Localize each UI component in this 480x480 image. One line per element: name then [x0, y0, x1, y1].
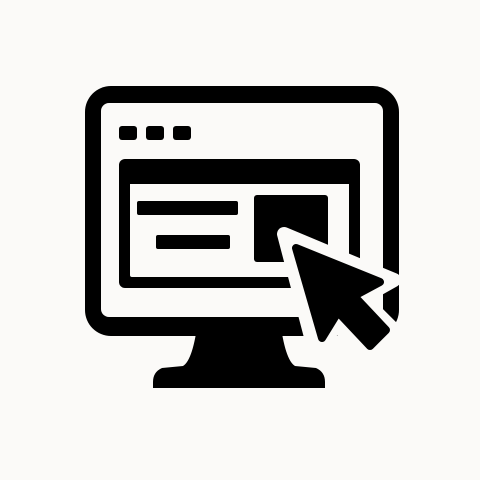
- computer-monitor-with-cursor-icon: [85, 86, 405, 388]
- window-dots-icon: [119, 126, 191, 140]
- icon-canvas: [0, 0, 480, 480]
